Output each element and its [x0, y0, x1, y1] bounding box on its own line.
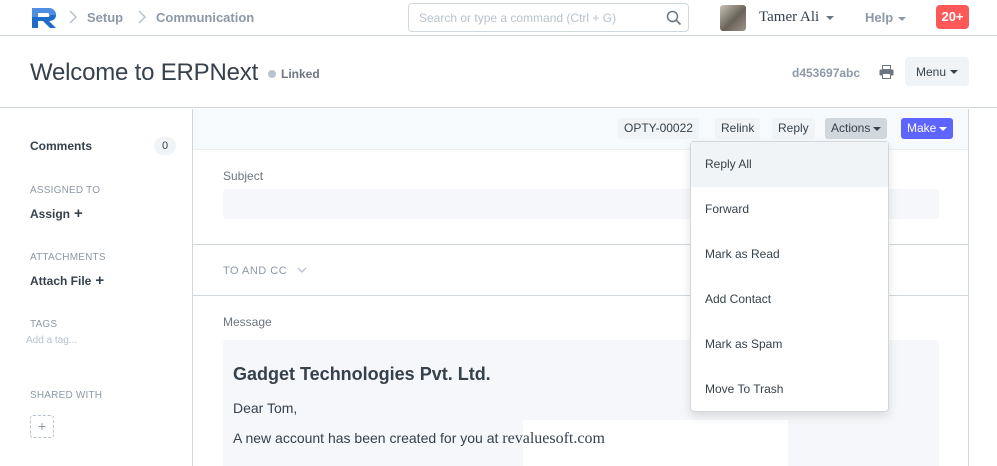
notification-badge[interactable]: 20+ [936, 5, 969, 29]
caret-down-icon [939, 126, 948, 131]
navbar: Setup Communication Tamer Ali Help 20+ [0, 0, 997, 36]
user-avatar[interactable] [720, 5, 746, 31]
relink-button[interactable]: Relink [715, 118, 761, 139]
help-caret-icon[interactable] [898, 17, 906, 21]
menu-item-move-to-trash[interactable]: Move To Trash [691, 367, 888, 412]
menu-button[interactable]: Menu [905, 57, 969, 86]
search-icon[interactable] [666, 10, 682, 26]
chevron-right-icon [69, 10, 78, 24]
attach-file-button[interactable]: Attach File + [30, 272, 104, 289]
assign-button[interactable]: Assign + [30, 205, 83, 222]
message-body-text: A new account has been created for you a… [233, 430, 503, 446]
caret-down-icon [873, 126, 882, 131]
menu-item-mark-as-spam[interactable]: Mark as Spam [691, 322, 888, 367]
menu-item-add-contact[interactable]: Add Contact [691, 277, 888, 322]
chevron-right-icon [138, 10, 147, 24]
menu-button-label: Menu [915, 64, 947, 79]
actions-button[interactable]: Actions [825, 118, 888, 139]
attach-file-label: Attach File [30, 274, 92, 288]
make-button[interactable]: Make [901, 118, 954, 139]
subject-label: Subject [223, 169, 264, 183]
assigned-to-label: ASSIGNED TO [30, 185, 101, 196]
comments-heading[interactable]: Comments [30, 139, 92, 153]
document-id: d453697abc [792, 66, 861, 80]
status-indicator: Linked [268, 67, 320, 81]
actions-label: Actions [831, 121, 871, 135]
menu-item-reply-all[interactable]: Reply All [691, 142, 888, 187]
add-share-button[interactable]: + [30, 415, 54, 438]
breadcrumb-communication[interactable]: Communication [156, 10, 254, 25]
caret-down-icon [950, 70, 959, 75]
menu-item-forward[interactable]: Forward [691, 187, 888, 232]
user-menu-caret-icon[interactable] [826, 16, 834, 20]
attachments-label: ATTACHMENTS [30, 252, 106, 263]
status-dot-icon [268, 70, 276, 78]
plus-icon: + [95, 272, 105, 289]
tags-label: TAGS [30, 319, 58, 330]
comments-count-badge: 0 [154, 137, 176, 155]
help-menu[interactable]: Help [865, 10, 893, 25]
assign-label: Assign [30, 207, 71, 221]
message-body-url: revaluesoft.com [502, 430, 605, 447]
opportunity-link-button[interactable]: OPTY-00022 [618, 118, 699, 139]
search-input[interactable] [419, 9, 659, 27]
form-sidebar: Comments 0 ASSIGNED TO Assign + ATTACHMEN… [0, 109, 192, 466]
erpnext-logo-icon[interactable] [30, 6, 58, 30]
breadcrumb-setup[interactable]: Setup [87, 10, 123, 25]
message-body-line: A new account has been created for you a… [233, 430, 605, 448]
menu-item-mark-as-read[interactable]: Mark as Read [691, 232, 888, 277]
add-tag-input[interactable]: Add a tag... [26, 335, 77, 346]
status-label: Linked [281, 67, 320, 81]
plus-icon: + [74, 205, 83, 222]
user-name[interactable]: Tamer Ali [759, 9, 819, 26]
message-label: Message [223, 315, 272, 329]
message-company: Gadget Technologies Pvt. Ltd. [233, 364, 491, 384]
actions-dropdown-menu: Reply All Forward Mark as Read Add Conta… [690, 141, 889, 412]
print-icon[interactable] [879, 65, 894, 79]
make-label: Make [907, 121, 937, 135]
awesome-bar [408, 3, 689, 32]
to-and-cc-heading[interactable]: TO AND CC [223, 265, 307, 277]
reply-button[interactable]: Reply [772, 118, 815, 139]
page-title: Welcome to ERPNext [30, 59, 259, 86]
message-greeting: Dear Tom, [233, 400, 298, 416]
chevron-down-icon [297, 267, 307, 273]
shared-with-label: SHARED WITH [30, 390, 103, 401]
to-and-cc-label: TO AND CC [223, 265, 288, 277]
page-head: Welcome to ERPNext Linked d453697abc Men… [0, 37, 997, 108]
